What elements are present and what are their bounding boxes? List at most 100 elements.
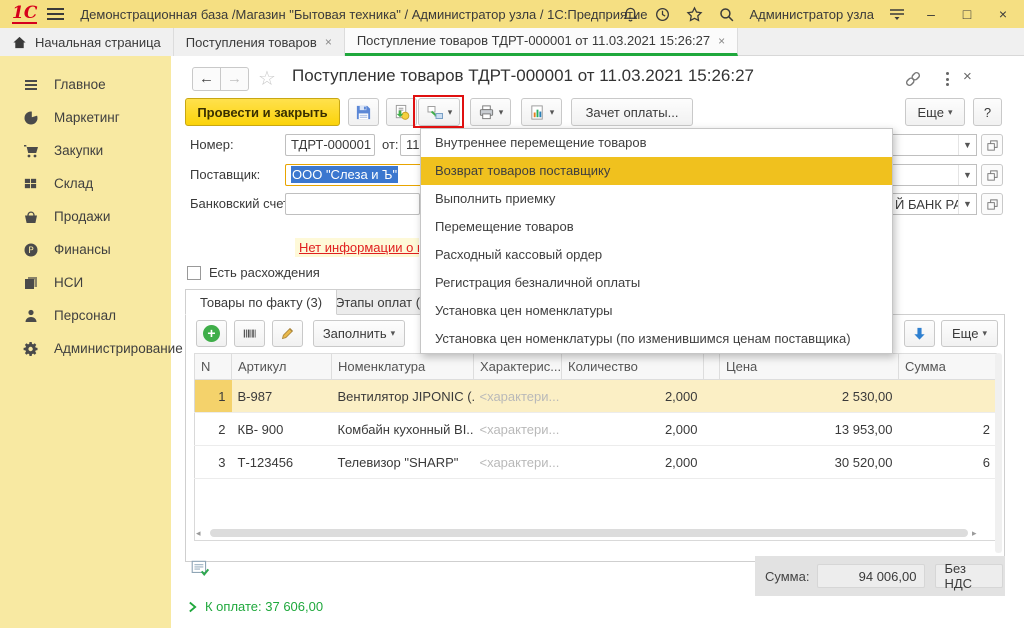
sidebar-item-sales[interactable]: Продажи xyxy=(0,200,171,233)
post-and-close-button[interactable]: Провести и закрыть xyxy=(185,98,340,126)
sidebar-item-nsi[interactable]: НСИ xyxy=(0,266,171,299)
save-button[interactable] xyxy=(348,98,379,126)
application-window: 1С Демонстрационная база /Магазин "Бытов… xyxy=(0,0,1024,632)
supplier-selected-text: ООО "Слеза и Ъ" xyxy=(291,166,398,183)
tab-goods-receipts-list[interactable]: Поступления товаров × xyxy=(174,28,345,56)
maximize-button[interactable]: □ xyxy=(956,6,978,22)
help-button[interactable]: ? xyxy=(973,98,1002,126)
service-menu-icon[interactable] xyxy=(888,5,906,23)
tab-goods-receipt-document[interactable]: Поступление товаров ТДРТ-000001 от 11.03… xyxy=(345,28,738,56)
scroll-right-icon[interactable]: ▸ xyxy=(972,528,982,539)
col-sku[interactable]: Артикул xyxy=(232,354,332,380)
menu-item-cash-outflow-order[interactable]: Расходный кассовый ордер xyxy=(421,241,892,269)
table-row[interactable]: 3 Т-123456 Телевизор "SHARP" <характери.… xyxy=(195,446,997,479)
sidebar-item-purchases[interactable]: Закупки xyxy=(0,134,171,167)
search-icon[interactable] xyxy=(717,5,735,23)
sidebar-item-finance[interactable]: Р Финансы xyxy=(0,233,171,266)
favorites-star-icon[interactable] xyxy=(685,5,703,23)
get-link-icon[interactable] xyxy=(903,69,923,89)
fill-button[interactable]: Заполнить xyxy=(313,320,405,347)
org-bank-account-combo[interactable]: Й БАНК РА:▼ xyxy=(893,193,977,215)
tab-close-icon[interactable]: × xyxy=(325,35,332,49)
menu-item-register-cashless-payment[interactable]: Регистрация безналичной оплаты xyxy=(421,269,892,297)
col-sum[interactable]: Сумма xyxy=(899,354,997,380)
favorite-star-icon[interactable]: ☆ xyxy=(258,66,276,91)
add-row-button[interactable]: + xyxy=(196,320,227,347)
close-document-button[interactable]: × xyxy=(963,68,972,85)
print-button[interactable] xyxy=(470,98,511,126)
save-icon xyxy=(355,104,372,121)
tab-goods-by-fact[interactable]: Товары по факту (3) xyxy=(185,289,337,315)
offset-payment-button[interactable]: Зачет оплаты... xyxy=(571,98,693,126)
comment-icon[interactable] xyxy=(190,558,210,578)
barcode-button[interactable] xyxy=(234,320,265,347)
scrollbar-thumb[interactable] xyxy=(210,529,968,537)
print-icon xyxy=(478,104,495,121)
to-pay-label: К оплате: 37 606,00 xyxy=(205,599,323,614)
sidebar-item-administration[interactable]: Администрирование xyxy=(0,332,171,365)
date-label: от: xyxy=(382,137,399,152)
window-title: Демонстрационная база /Магазин "Бытовая … xyxy=(80,7,647,22)
sidebar-item-personnel[interactable]: Персонал xyxy=(0,299,171,332)
reports-button[interactable] xyxy=(521,98,562,126)
discrepancy-label: Есть расхождения xyxy=(209,265,320,280)
menu-item-perform-acceptance[interactable]: Выполнить приемку xyxy=(421,185,892,213)
dropdown-caret-icon[interactable]: ▼ xyxy=(958,194,976,214)
minimize-button[interactable]: – xyxy=(920,6,942,22)
chevron-right-icon xyxy=(188,601,197,613)
create-based-on-button[interactable] xyxy=(418,98,460,126)
close-window-button[interactable]: × xyxy=(992,6,1014,22)
sidebar-item-main[interactable]: Главное xyxy=(0,68,171,101)
more-dots-icon[interactable] xyxy=(940,70,954,88)
organization-combo[interactable]: ▼ xyxy=(893,134,977,156)
more-button[interactable]: Еще xyxy=(905,98,965,126)
no-contact-info-link[interactable]: Нет информации о кон xyxy=(295,238,419,257)
forward-arrow-button[interactable]: → xyxy=(220,67,249,91)
ruble-circle-icon: Р xyxy=(22,241,39,258)
table-more-button[interactable]: Еще xyxy=(941,320,998,347)
sum-label: Сумма: xyxy=(765,569,809,584)
col-n[interactable]: N xyxy=(195,354,232,380)
move-down-button[interactable] xyxy=(904,320,935,347)
menu-item-return-to-supplier[interactable]: Возврат товаров поставщику xyxy=(421,157,892,185)
home-icon xyxy=(12,35,27,50)
edit-row-button[interactable] xyxy=(272,320,303,347)
open-reference-button[interactable] xyxy=(981,193,1003,215)
sidebar-item-warehouse[interactable]: Склад xyxy=(0,167,171,200)
post-button[interactable] xyxy=(386,98,417,126)
horizontal-scrollbar[interactable]: ◂ ▸ xyxy=(196,527,982,539)
col-characteristic[interactable]: Характерис... xyxy=(474,354,562,380)
document-title: Поступление товаров ТДРТ-000001 от 11.03… xyxy=(292,66,754,86)
tab-close-icon[interactable]: × xyxy=(718,34,725,48)
cart-icon xyxy=(22,142,39,159)
menu-item-set-prices[interactable]: Установка цен номенклатуры xyxy=(421,297,892,325)
back-arrow-button[interactable]: ← xyxy=(192,67,221,91)
col-price[interactable]: Цена xyxy=(720,354,899,380)
notifications-bell-icon[interactable] xyxy=(621,5,639,23)
tab-home[interactable]: Начальная страница xyxy=(0,28,174,56)
col-nomenclature[interactable]: Номенклатура xyxy=(332,354,474,380)
dropdown-caret-icon[interactable]: ▼ xyxy=(958,135,976,155)
number-field[interactable]: ТДРТ-000001 xyxy=(285,134,375,156)
col-quantity[interactable]: Количество xyxy=(562,354,704,380)
scroll-left-icon[interactable]: ◂ xyxy=(196,528,206,539)
list-lines-icon xyxy=(22,76,39,93)
menu-item-goods-transfer[interactable]: Перемещение товаров xyxy=(421,213,892,241)
table-row[interactable]: 2 КВ- 900 Комбайн кухонный BI... <характ… xyxy=(195,413,997,446)
to-pay-expander-link[interactable]: К оплате: 37 606,00 xyxy=(188,599,323,614)
open-reference-button[interactable] xyxy=(981,164,1003,186)
sidebar-item-marketing[interactable]: Маркетинг xyxy=(0,101,171,134)
table-row[interactable]: 1 B-987 Вентилятор JIPONIC (... <характе… xyxy=(195,380,997,413)
open-reference-button[interactable] xyxy=(981,134,1003,156)
vertical-scrollbar[interactable] xyxy=(995,353,1002,553)
warehouse-combo[interactable]: ▼ xyxy=(893,164,977,186)
main-menu-burger-icon[interactable] xyxy=(47,8,64,20)
discrepancy-checkbox[interactable] xyxy=(187,266,201,280)
current-user[interactable]: Администратор узла xyxy=(749,7,874,22)
menu-item-internal-transfer[interactable]: Внутреннее перемещение товаров xyxy=(421,129,892,157)
dropdown-caret-icon[interactable]: ▼ xyxy=(958,165,976,185)
history-icon[interactable] xyxy=(653,5,671,23)
menu-item-set-prices-by-changed[interactable]: Установка цен номенклатуры (по изменивши… xyxy=(421,325,892,353)
tab-home-label: Начальная страница xyxy=(35,35,161,50)
bank-account-field[interactable] xyxy=(285,193,420,215)
